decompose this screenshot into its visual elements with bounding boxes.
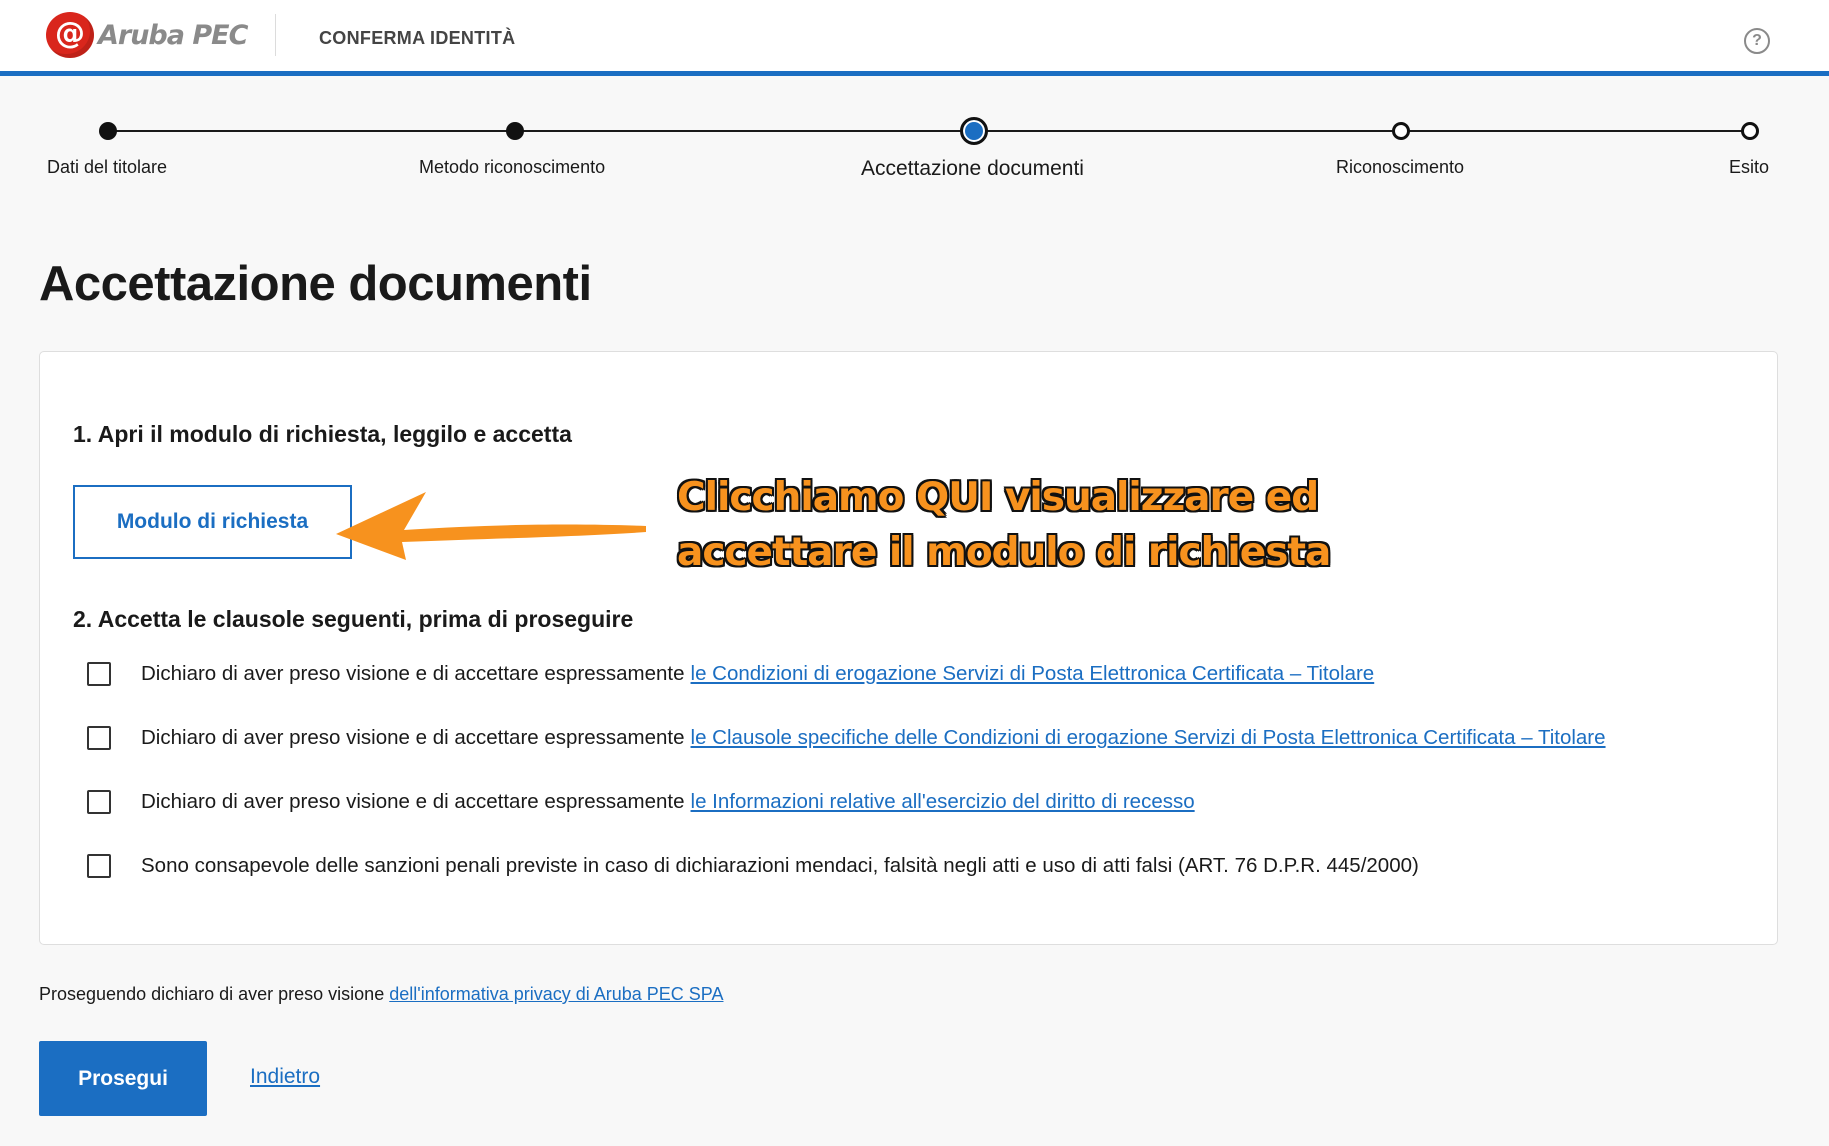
step-5-dot bbox=[1741, 122, 1759, 140]
privacy-text: Proseguendo dichiaro di aver preso visio… bbox=[39, 984, 385, 1004]
step-2-label: Metodo riconoscimento bbox=[419, 157, 606, 177]
annotation-callout: Clicchiamo QUI visualizzare ed accettare… bbox=[677, 470, 1331, 580]
step-4-dot bbox=[1392, 122, 1410, 140]
clause-2-text: Dichiaro di aver preso visione e di acce… bbox=[141, 726, 685, 749]
clause-3-text: Dichiaro di aver preso visione e di acce… bbox=[141, 790, 685, 813]
clause-row-2: Dichiaro di aver preso visione e di acce… bbox=[87, 723, 1606, 753]
section-2-text: Accetta le clausole seguenti, prima di p… bbox=[97, 606, 634, 632]
page-title: Accettazione documenti bbox=[39, 257, 592, 311]
step-5-label: Esito bbox=[1729, 157, 1770, 177]
stepper-line bbox=[515, 130, 975, 132]
modulo-richiesta-button[interactable]: Modulo di richiesta bbox=[73, 485, 352, 559]
clause-2-link[interactable]: le Clausole specifiche delle Condizioni … bbox=[691, 726, 1606, 750]
step-3-dot bbox=[960, 117, 988, 145]
privacy-link[interactable]: dell'informativa privacy di Aruba PEC SP… bbox=[389, 984, 723, 1004]
indietro-link[interactable]: Indietro bbox=[250, 1065, 320, 1089]
section-2-number: 2. bbox=[73, 606, 93, 632]
clause-1-checkbox[interactable] bbox=[87, 662, 111, 686]
clause-4-text: Sono consapevole delle sanzioni penali p… bbox=[141, 854, 1419, 877]
clause-4-checkbox[interactable] bbox=[87, 854, 111, 878]
documents-card: 1. Apri il modulo di richiesta, leggilo … bbox=[39, 351, 1778, 945]
logo-text: Aruba PEC bbox=[98, 19, 248, 51]
clause-3-link[interactable]: le Informazioni relative all'esercizio d… bbox=[691, 790, 1195, 814]
prosegui-button[interactable]: Prosegui bbox=[39, 1041, 207, 1116]
stepper-line bbox=[975, 130, 1401, 132]
step-2-dot bbox=[506, 122, 524, 140]
clause-row-1: Dichiaro di aver preso visione e di acce… bbox=[87, 659, 1374, 689]
clause-2-checkbox[interactable] bbox=[87, 726, 111, 750]
step-3-label: Accettazione documenti bbox=[861, 157, 1084, 180]
annotation-line-2: accettare il modulo di richiesta bbox=[677, 530, 1331, 575]
section-1-text: Apri il modulo di richiesta, leggilo e a… bbox=[97, 421, 572, 447]
step-4-label: Riconoscimento bbox=[1336, 157, 1465, 177]
privacy-notice: Proseguendo dichiaro di aver preso visio… bbox=[39, 984, 723, 1005]
stepper-line bbox=[1401, 130, 1750, 132]
annotation-arrow-icon bbox=[336, 492, 646, 560]
step-1-label: Dati del titolare bbox=[47, 157, 168, 177]
header-title: CONFERMA IDENTITÀ bbox=[319, 28, 516, 48]
header-divider bbox=[275, 14, 276, 56]
progress-stepper: Dati del titolare Metodo riconoscimento … bbox=[0, 110, 1829, 190]
step-1-dot bbox=[99, 122, 117, 140]
annotation-line-1: Clicchiamo QUI visualizzare ed bbox=[677, 475, 1319, 520]
top-header: @ Aruba PEC CONFERMA IDENTITÀ ? bbox=[0, 0, 1829, 76]
clause-row-4: Sono consapevole delle sanzioni penali p… bbox=[87, 851, 1419, 881]
stepper-line bbox=[108, 130, 513, 132]
aruba-pec-logo[interactable]: @ Aruba PEC bbox=[46, 12, 248, 58]
logo-mark-icon: @ bbox=[46, 12, 94, 58]
help-icon[interactable]: ? bbox=[1744, 28, 1770, 54]
section-1-title: 1. Apri il modulo di richiesta, leggilo … bbox=[73, 421, 572, 448]
section-1-number: 1. bbox=[73, 421, 93, 447]
clause-row-3: Dichiaro di aver preso visione e di acce… bbox=[87, 787, 1195, 817]
clause-1-link[interactable]: le Condizioni di erogazione Servizi di P… bbox=[691, 662, 1375, 686]
section-2-title: 2. Accetta le clausole seguenti, prima d… bbox=[73, 606, 633, 633]
clause-3-checkbox[interactable] bbox=[87, 790, 111, 814]
clause-1-text: Dichiaro di aver preso visione e di acce… bbox=[141, 662, 685, 685]
